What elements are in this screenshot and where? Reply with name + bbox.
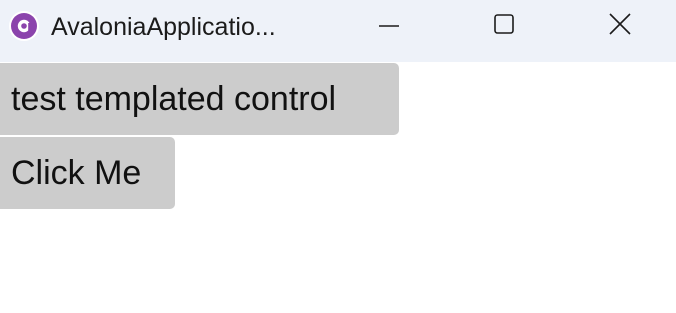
maximize-icon: [493, 13, 515, 40]
minimize-button[interactable]: [359, 0, 419, 52]
click-me-button[interactable]: Click Me: [0, 137, 175, 209]
window-title: AvaloniaApplicatio...: [51, 13, 276, 41]
close-button[interactable]: [590, 0, 650, 52]
test-templated-control[interactable]: test templated control: [0, 63, 399, 135]
close-icon: [609, 12, 631, 40]
title-bar[interactable]: AvaloniaApplicatio...: [0, 0, 676, 62]
maximize-button[interactable]: [474, 0, 534, 52]
window-content: test templated control Click Me: [0, 62, 676, 313]
minimize-icon: [378, 13, 400, 40]
avalonia-logo-icon: [9, 11, 39, 41]
